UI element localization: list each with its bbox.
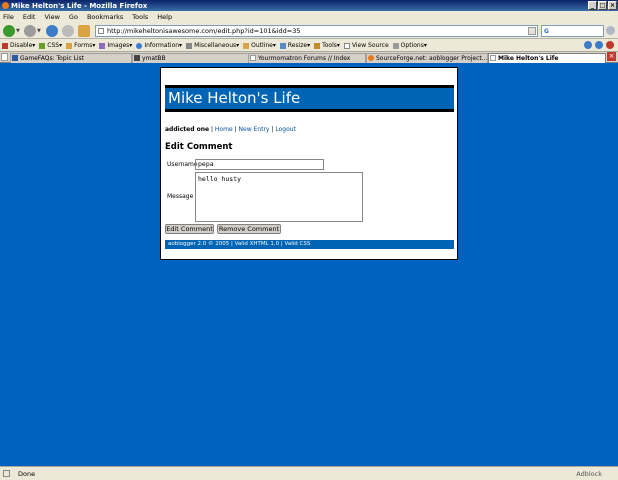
devbar-information[interactable]: Information▾: [136, 42, 182, 49]
menu-view[interactable]: View: [44, 13, 59, 21]
google-icon: G: [544, 28, 549, 35]
devbar-options[interactable]: Options▾: [392, 42, 427, 49]
outline-icon: [243, 42, 250, 49]
navigation-toolbar: ▼ ▼ http://mikeheltonisawesome.com/edit.…: [0, 22, 618, 39]
menu-go[interactable]: Go: [69, 13, 78, 21]
edit-comment-button[interactable]: Edit Comment: [165, 224, 214, 234]
tab-gamefaqs[interactable]: GameFAQs: Topic List: [10, 53, 132, 63]
tab-ymatbb[interactable]: ymatBB: [132, 53, 254, 63]
validation-check-icon[interactable]: [584, 41, 592, 49]
tab-yourmomatron[interactable]: Yourmomatron Forums // Index: [248, 53, 366, 63]
reload-button[interactable]: [46, 25, 58, 37]
devbar-css[interactable]: CSS▾: [39, 42, 62, 49]
page-favicon-icon: [490, 55, 496, 61]
status-bar: Done Adblock: [0, 466, 618, 480]
devbar-status-icons: [584, 41, 614, 49]
yourmomatron-favicon-icon: [250, 55, 256, 61]
username-input[interactable]: pepa: [195, 159, 324, 170]
close-tab-button[interactable]: ×: [607, 52, 616, 61]
sourceforge-favicon-icon: [368, 55, 374, 61]
search-input[interactable]: G: [541, 25, 604, 37]
forward-dropdown-icon[interactable]: ▼: [37, 28, 41, 34]
tools-icon: [314, 42, 321, 49]
menu-bookmarks[interactable]: Bookmarks: [87, 13, 123, 21]
devbar-images[interactable]: Images▾: [99, 42, 132, 49]
menu-bar: File Edit View Go Bookmarks Tools Help: [0, 11, 618, 22]
url-dropdown-icon[interactable]: [528, 27, 536, 35]
new-tab-icon[interactable]: [1, 53, 8, 61]
stop-button[interactable]: [62, 25, 74, 37]
back-dropdown-icon[interactable]: ▼: [16, 28, 20, 34]
nav-separator: |: [271, 126, 274, 133]
page-viewport: Mike Helton's Life addicted one | Home |…: [0, 63, 618, 466]
menu-edit[interactable]: Edit: [23, 13, 36, 21]
tab-mike-heltons-life[interactable]: Mike Helton's Life: [488, 53, 606, 63]
remove-comment-button[interactable]: Remove Comment: [217, 224, 281, 234]
gamefaqs-favicon-icon: [12, 55, 18, 61]
status-text: Done: [18, 470, 36, 478]
information-icon: [136, 42, 143, 49]
site-footer: aoblogger 2.0 © 2005 | Valid XHTML 1.0 |…: [165, 240, 454, 249]
search-go-button[interactable]: [606, 26, 615, 35]
nav-separator: |: [234, 126, 237, 133]
ymatbb-favicon-icon: [134, 55, 140, 61]
resize-icon: [279, 42, 286, 49]
close-window-button[interactable]: ×: [608, 1, 617, 10]
message-textarea[interactable]: hello husty: [195, 172, 363, 222]
url-text: http://mikeheltonisawesome.com/edit.php?…: [107, 27, 301, 35]
forward-button[interactable]: [24, 25, 36, 37]
window-controls: _ □ ×: [588, 1, 617, 10]
css-icon: [39, 42, 46, 49]
url-bar[interactable]: http://mikeheltonisawesome.com/edit.php?…: [95, 25, 538, 37]
site-header: Mike Helton's Life: [165, 85, 454, 112]
minimize-button[interactable]: _: [588, 1, 597, 10]
window-title: Mike Helton's Life - Mozilla Firefox: [11, 1, 148, 10]
devbar-disable[interactable]: Disable▾: [2, 42, 35, 49]
user-nav: addicted one | Home | New Entry | Logout: [165, 126, 296, 133]
devbar-view-source[interactable]: View Source: [343, 42, 389, 49]
view-source-icon: [343, 42, 350, 49]
miscellaneous-icon: [186, 42, 193, 49]
devbar-resize[interactable]: Resize▾: [279, 42, 310, 49]
firefox-icon: [2, 2, 9, 9]
page-icon: [98, 28, 104, 34]
devbar-tools[interactable]: Tools▾: [314, 42, 340, 49]
nav-separator: |: [210, 126, 213, 133]
home-link[interactable]: Home: [215, 126, 233, 133]
menu-tools[interactable]: Tools: [132, 13, 148, 21]
maximize-button[interactable]: □: [598, 1, 607, 10]
images-icon: [99, 42, 106, 49]
status-page-icon: [3, 470, 10, 477]
new-entry-link[interactable]: New Entry: [239, 126, 270, 133]
adblock-indicator[interactable]: Adblock: [576, 468, 602, 480]
devbar-forms[interactable]: Forms▾: [66, 42, 95, 49]
home-button[interactable]: [78, 25, 90, 37]
devbar-outline[interactable]: Outline▾: [243, 42, 276, 49]
logged-in-user: addicted one: [165, 126, 210, 133]
window-title-bar: Mike Helton's Life - Mozilla Firefox _ □…: [0, 0, 618, 11]
tab-bar: GameFAQs: Topic List ymatBB Yourmomatron…: [0, 51, 618, 63]
message-label: Message: [167, 193, 194, 200]
tab-sourceforge[interactable]: SourceForge.net: aoblogger Project...: [366, 53, 488, 63]
info-circle-icon[interactable]: [595, 41, 603, 49]
menu-file[interactable]: File: [3, 13, 14, 21]
error-stop-icon[interactable]: [606, 41, 614, 49]
page-heading: Edit Comment: [165, 142, 233, 152]
web-developer-toolbar: Disable▾ CSS▾ Forms▾ Images▾ Information…: [0, 40, 618, 51]
logout-link[interactable]: Logout: [275, 126, 296, 133]
options-icon: [392, 42, 399, 49]
username-label: Username: [167, 161, 198, 168]
forms-icon: [66, 42, 73, 49]
devbar-miscellaneous[interactable]: Miscellaneous▾: [186, 42, 239, 49]
back-button[interactable]: [3, 25, 15, 37]
blog-page: Mike Helton's Life addicted one | Home |…: [160, 67, 458, 260]
disable-icon: [2, 42, 8, 49]
menu-help[interactable]: Help: [157, 13, 172, 21]
